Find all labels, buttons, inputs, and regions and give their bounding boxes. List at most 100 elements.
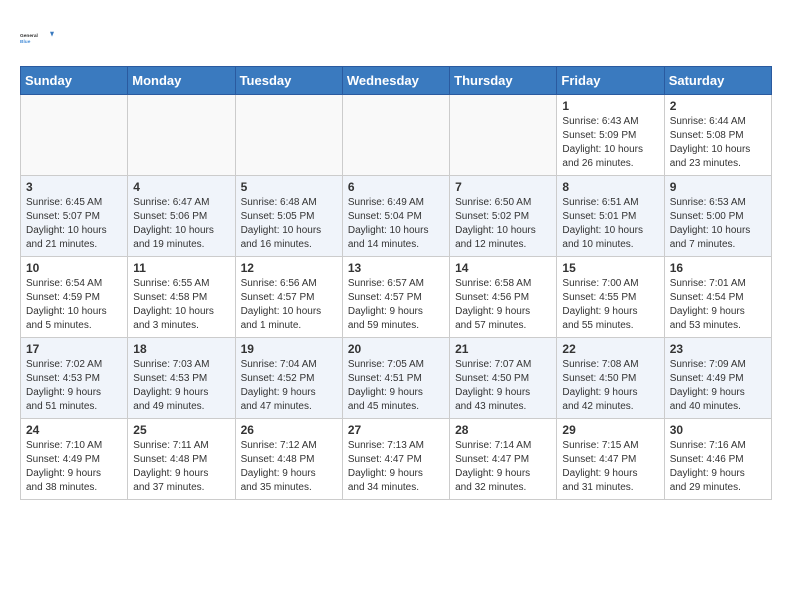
day-cell-16: 16 Sunrise: 7:01 AM Sunset: 4:54 PM Dayli… [664,257,771,338]
empty-cell [450,95,557,176]
day-cell-8: 8 Sunrise: 6:51 AM Sunset: 5:01 PM Daylig… [557,176,664,257]
week-row-2: 3Sunrise: 6:45 AM Sunset: 5:07 PM Daylig… [21,176,772,257]
day-cell-15: 15Sunrise: 7:00 AM Sunset: 4:55 PM Dayli… [557,257,664,338]
weekday-header-wednesday: Wednesday [342,67,449,95]
weekday-header-thursday: Thursday [450,67,557,95]
day-cell-4: 4 Sunrise: 6:47 AM Sunset: 5:06 PM Daylig… [128,176,235,257]
day-info: Sunrise: 6:55 AM Sunset: 4:58 PM Dayligh… [133,277,229,333]
day-cell-24: 24 Sunrise: 7:10 AM Sunset: 4:49 PM Dayli… [21,419,128,500]
day-number: 16 [670,261,766,275]
day-info: Sunrise: 6:56 AM Sunset: 4:57 PM Dayligh… [241,277,337,333]
day-number: 15 [562,261,658,275]
day-cell-6: 6 Sunrise: 6:49 AM Sunset: 5:04 PM Daylig… [342,176,449,257]
week-row-3: 10 Sunrise: 6:54 AM Sunset: 4:59 PM Dayli… [21,257,772,338]
logo: General Blue [20,20,60,56]
day-cell-12: 12 Sunrise: 6:56 AM Sunset: 4:57 PM Dayli… [235,257,342,338]
day-number: 12 [241,261,337,275]
day-info: Sunrise: 6:49 AM Sunset: 5:04 PM Dayligh… [348,196,444,252]
day-cell-2: 2Sunrise: 6:44 AM Sunset: 5:08 PM Daylig… [664,95,771,176]
day-cell-23: 23 Sunrise: 7:09 AM Sunset: 4:49 PM Dayli… [664,338,771,419]
day-info: Sunrise: 7:08 AM Sunset: 4:50 PM Dayligh… [562,358,658,414]
day-number: 28 [455,423,551,437]
day-number: 24 [26,423,122,437]
day-number: 22 [562,342,658,356]
day-number: 9 [670,180,766,194]
day-cell-9: 9 Sunrise: 6:53 AM Sunset: 5:00 PM Daylig… [664,176,771,257]
day-number: 18 [133,342,229,356]
day-cell-27: 27 Sunrise: 7:13 AM Sunset: 4:47 PM Dayli… [342,419,449,500]
day-cell-3: 3Sunrise: 6:45 AM Sunset: 5:07 PM Daylig… [21,176,128,257]
weekday-header-saturday: Saturday [664,67,771,95]
day-info: Sunrise: 7:13 AM Sunset: 4:47 PM Dayligh… [348,439,444,495]
day-number: 17 [26,342,122,356]
day-info: Sunrise: 7:03 AM Sunset: 4:53 PM Dayligh… [133,358,229,414]
week-row-1: 1 Sunrise: 6:43 AM Sunset: 5:09 PM Daylig… [21,95,772,176]
day-info: Sunrise: 7:12 AM Sunset: 4:48 PM Dayligh… [241,439,337,495]
day-info: Sunrise: 7:02 AM Sunset: 4:53 PM Dayligh… [26,358,122,414]
day-info: Sunrise: 6:58 AM Sunset: 4:56 PM Dayligh… [455,277,551,333]
day-cell-1: 1 Sunrise: 6:43 AM Sunset: 5:09 PM Daylig… [557,95,664,176]
day-cell-25: 25Sunrise: 7:11 AM Sunset: 4:48 PM Dayli… [128,419,235,500]
day-info: Sunrise: 7:09 AM Sunset: 4:49 PM Dayligh… [670,358,766,414]
day-number: 14 [455,261,551,275]
week-row-5: 24 Sunrise: 7:10 AM Sunset: 4:49 PM Dayli… [21,419,772,500]
day-info: Sunrise: 7:11 AM Sunset: 4:48 PM Dayligh… [133,439,229,495]
day-info: Sunrise: 6:53 AM Sunset: 5:00 PM Dayligh… [670,196,766,252]
day-info: Sunrise: 7:10 AM Sunset: 4:49 PM Dayligh… [26,439,122,495]
day-cell-21: 21 Sunrise: 7:07 AM Sunset: 4:50 PM Dayli… [450,338,557,419]
day-number: 10 [26,261,122,275]
logo-icon: General Blue [20,20,56,56]
weekday-header-monday: Monday [128,67,235,95]
day-cell-13: 13Sunrise: 6:57 AM Sunset: 4:57 PM Dayli… [342,257,449,338]
day-cell-19: 19 Sunrise: 7:04 AM Sunset: 4:52 PM Dayli… [235,338,342,419]
day-info: Sunrise: 6:47 AM Sunset: 5:06 PM Dayligh… [133,196,229,252]
calendar-table: SundayMondayTuesdayWednesdayThursdayFrid… [20,66,772,500]
day-info: Sunrise: 7:14 AM Sunset: 4:47 PM Dayligh… [455,439,551,495]
day-cell-30: 30 Sunrise: 7:16 AM Sunset: 4:46 PM Dayli… [664,419,771,500]
weekday-header-friday: Friday [557,67,664,95]
day-info: Sunrise: 7:16 AM Sunset: 4:46 PM Dayligh… [670,439,766,495]
page-header: General Blue [20,20,772,56]
day-info: Sunrise: 7:15 AM Sunset: 4:47 PM Dayligh… [562,439,658,495]
day-number: 8 [562,180,658,194]
day-info: Sunrise: 7:05 AM Sunset: 4:51 PM Dayligh… [348,358,444,414]
day-info: Sunrise: 6:44 AM Sunset: 5:08 PM Dayligh… [670,115,766,171]
week-row-4: 17 Sunrise: 7:02 AM Sunset: 4:53 PM Dayli… [21,338,772,419]
day-number: 29 [562,423,658,437]
day-cell-29: 29 Sunrise: 7:15 AM Sunset: 4:47 PM Dayli… [557,419,664,500]
day-number: 21 [455,342,551,356]
day-number: 7 [455,180,551,194]
day-info: Sunrise: 6:51 AM Sunset: 5:01 PM Dayligh… [562,196,658,252]
day-info: Sunrise: 6:50 AM Sunset: 5:02 PM Dayligh… [455,196,551,252]
svg-text:Blue: Blue [20,39,31,45]
day-number: 27 [348,423,444,437]
day-info: Sunrise: 7:07 AM Sunset: 4:50 PM Dayligh… [455,358,551,414]
day-info: Sunrise: 7:01 AM Sunset: 4:54 PM Dayligh… [670,277,766,333]
day-number: 4 [133,180,229,194]
day-number: 30 [670,423,766,437]
day-info: Sunrise: 7:04 AM Sunset: 4:52 PM Dayligh… [241,358,337,414]
day-cell-17: 17 Sunrise: 7:02 AM Sunset: 4:53 PM Dayli… [21,338,128,419]
empty-cell [128,95,235,176]
day-number: 5 [241,180,337,194]
day-cell-22: 22 Sunrise: 7:08 AM Sunset: 4:50 PM Dayli… [557,338,664,419]
day-cell-20: 20 Sunrise: 7:05 AM Sunset: 4:51 PM Dayli… [342,338,449,419]
weekday-header-tuesday: Tuesday [235,67,342,95]
day-info: Sunrise: 6:48 AM Sunset: 5:05 PM Dayligh… [241,196,337,252]
day-cell-10: 10 Sunrise: 6:54 AM Sunset: 4:59 PM Dayli… [21,257,128,338]
day-cell-26: 26Sunrise: 7:12 AM Sunset: 4:48 PM Dayli… [235,419,342,500]
day-cell-18: 18 Sunrise: 7:03 AM Sunset: 4:53 PM Dayli… [128,338,235,419]
day-number: 13 [348,261,444,275]
day-number: 6 [348,180,444,194]
day-number: 1 [562,99,658,113]
empty-cell [21,95,128,176]
weekday-header-sunday: Sunday [21,67,128,95]
day-number: 20 [348,342,444,356]
day-info: Sunrise: 6:54 AM Sunset: 4:59 PM Dayligh… [26,277,122,333]
empty-cell [342,95,449,176]
day-number: 19 [241,342,337,356]
day-number: 3 [26,180,122,194]
weekday-header-row: SundayMondayTuesdayWednesdayThursdayFrid… [21,67,772,95]
day-number: 23 [670,342,766,356]
day-info: Sunrise: 6:43 AM Sunset: 5:09 PM Dayligh… [562,115,658,171]
